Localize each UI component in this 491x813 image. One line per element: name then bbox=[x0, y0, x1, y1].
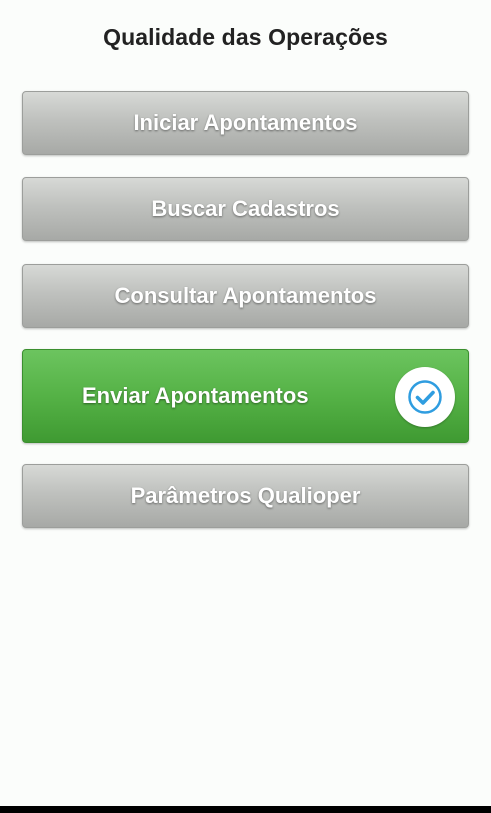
button-label: Consultar Apontamentos bbox=[114, 283, 377, 308]
button-label: Buscar Cadastros bbox=[151, 196, 340, 221]
check-circle-icon bbox=[395, 367, 455, 427]
iniciar-apontamentos-button[interactable]: Iniciar Apontamentos bbox=[22, 91, 469, 155]
parametros-qualioper-button[interactable]: Parâmetros Qualioper bbox=[22, 464, 469, 528]
navigation-bar bbox=[0, 806, 491, 813]
app-screen: Qualidade das Operações Iniciar Apontame… bbox=[0, 0, 491, 806]
page-title: Qualidade das Operações bbox=[103, 24, 388, 50]
button-label: Iniciar Apontamentos bbox=[133, 110, 358, 135]
button-label: Enviar Apontamentos bbox=[82, 383, 309, 408]
enviar-apontamentos-button[interactable]: Enviar Apontamentos bbox=[22, 349, 469, 443]
buscar-cadastros-button[interactable]: Buscar Cadastros bbox=[22, 177, 469, 241]
button-label: Parâmetros Qualioper bbox=[130, 483, 361, 508]
consultar-apontamentos-button[interactable]: Consultar Apontamentos bbox=[22, 264, 469, 328]
